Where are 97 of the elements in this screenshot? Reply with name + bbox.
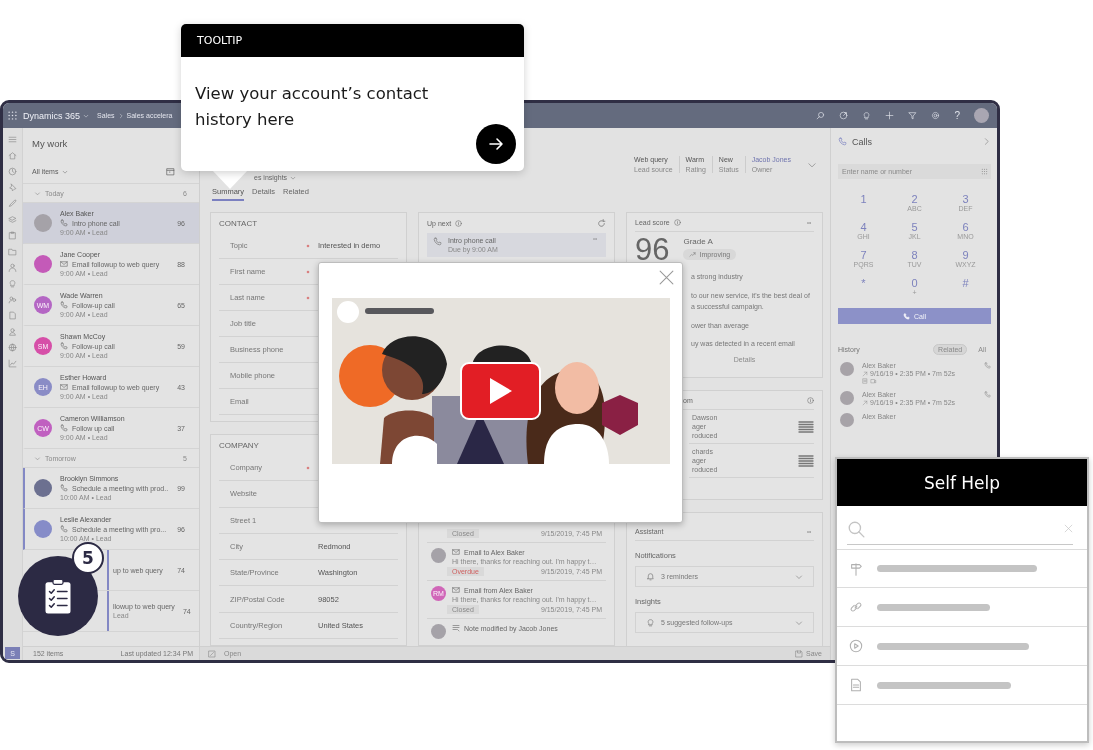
- chevron-down-icon: [795, 618, 803, 627]
- lightbulb-icon: [646, 618, 655, 627]
- close-icon: [1064, 524, 1073, 533]
- grade-label: Grade A: [683, 237, 714, 246]
- globe-icon: [8, 343, 17, 352]
- panel-title: My work: [31, 137, 69, 151]
- more-icon: [804, 529, 814, 534]
- play-button[interactable]: [460, 362, 541, 420]
- save-icon: [795, 649, 804, 658]
- search-icon: [847, 519, 865, 538]
- person-icon: [8, 263, 17, 272]
- dial-key[interactable]: #: [940, 277, 991, 303]
- pin-icon: [8, 183, 17, 192]
- document-icon: [849, 678, 863, 692]
- filter-icon: [908, 111, 918, 120]
- phone-icon: [60, 219, 68, 227]
- avatar[interactable]: [974, 108, 989, 123]
- help-button[interactable]: ?: [954, 110, 960, 121]
- panel-title: Calls: [852, 136, 872, 147]
- phone-icon: [60, 301, 68, 309]
- avatar: [431, 548, 446, 563]
- document-icon: [8, 311, 17, 320]
- outgoing-arrow-icon: [862, 370, 868, 377]
- play-circle-icon: [849, 639, 863, 653]
- chevron-right-icon: [117, 112, 124, 119]
- section-title: CONTACT: [219, 219, 259, 228]
- clipboard-icon: [8, 231, 17, 240]
- play-icon: [487, 376, 514, 406]
- chevron-right-icon: [982, 137, 991, 146]
- tooltip-header: TOOLTIP: [181, 24, 524, 57]
- outgoing-arrow-icon: [862, 399, 868, 406]
- strength-bars-icon: [798, 452, 814, 469]
- more-icon: [804, 220, 814, 225]
- phone-icon: [984, 391, 991, 398]
- chevron-down-icon[interactable]: [34, 189, 41, 197]
- dial-key[interactable]: *: [838, 277, 889, 303]
- envelope-icon: [60, 260, 68, 268]
- search-icon: [816, 111, 826, 120]
- close-icon: [658, 269, 675, 286]
- app-launcher-icon: [8, 111, 17, 120]
- bell-icon: [646, 572, 655, 581]
- plus-icon: [885, 111, 895, 120]
- home-icon: [8, 151, 17, 160]
- chevron-down-icon: [83, 112, 90, 119]
- avatar: [840, 391, 854, 405]
- note-icon: [452, 624, 460, 632]
- panel-title: Self Help: [837, 459, 1087, 506]
- help-item[interactable]: [837, 549, 1087, 588]
- tooltip-text: View your account’s contact history here: [194, 83, 430, 131]
- contact-icon: [8, 327, 17, 336]
- phone-icon: [60, 484, 68, 492]
- close-button[interactable]: [658, 269, 675, 286]
- phone-icon: [60, 424, 68, 432]
- phone-icon: [433, 237, 442, 246]
- envelope-icon: [452, 548, 460, 556]
- avatar: [431, 624, 446, 639]
- expand-icon: [208, 649, 216, 658]
- target-icon: [839, 111, 849, 120]
- info-icon: [673, 219, 681, 226]
- phone-icon: [60, 342, 68, 350]
- settings-icon: [931, 111, 941, 120]
- info-icon: [807, 397, 814, 404]
- link-icon: [849, 600, 863, 614]
- dial-key[interactable]: 1: [838, 193, 889, 219]
- chevron-down-icon[interactable]: [34, 454, 41, 462]
- next-button[interactable]: [476, 124, 516, 164]
- phone-icon: [984, 362, 991, 369]
- avatar: [840, 362, 854, 376]
- product-name[interactable]: Dynamics 365: [23, 110, 90, 121]
- chevron-down-icon: [795, 572, 803, 581]
- signpost-icon: [849, 561, 863, 576]
- chevron-down-icon: [290, 174, 297, 181]
- lightbulb-icon: [862, 111, 872, 120]
- avatar: [840, 413, 854, 427]
- phone-icon: [60, 525, 68, 533]
- layers-icon: [8, 215, 17, 224]
- folder-icon: [8, 247, 17, 256]
- arrow-right-icon: [488, 136, 504, 152]
- envelope-icon: [60, 383, 68, 391]
- clock-icon: [8, 167, 17, 176]
- chevron-down-icon: [62, 168, 69, 175]
- strength-bars-icon: [798, 418, 814, 435]
- avatar: [34, 214, 52, 232]
- lightbulb-icon: [8, 279, 17, 288]
- calendar-icon: [166, 167, 175, 176]
- dialpad-icon: [981, 168, 988, 175]
- trend-up-icon: [689, 251, 697, 258]
- chart-icon: [8, 359, 17, 368]
- envelope-icon: [452, 586, 460, 594]
- phone-icon: [838, 137, 847, 146]
- more-icon: [590, 237, 600, 241]
- menu-icon: [8, 135, 17, 144]
- phone-icon: [902, 312, 910, 320]
- section-title: COMPANY: [219, 441, 260, 450]
- refresh-icon: [597, 219, 606, 228]
- info-icon: [455, 220, 463, 227]
- note-icon: [862, 378, 868, 384]
